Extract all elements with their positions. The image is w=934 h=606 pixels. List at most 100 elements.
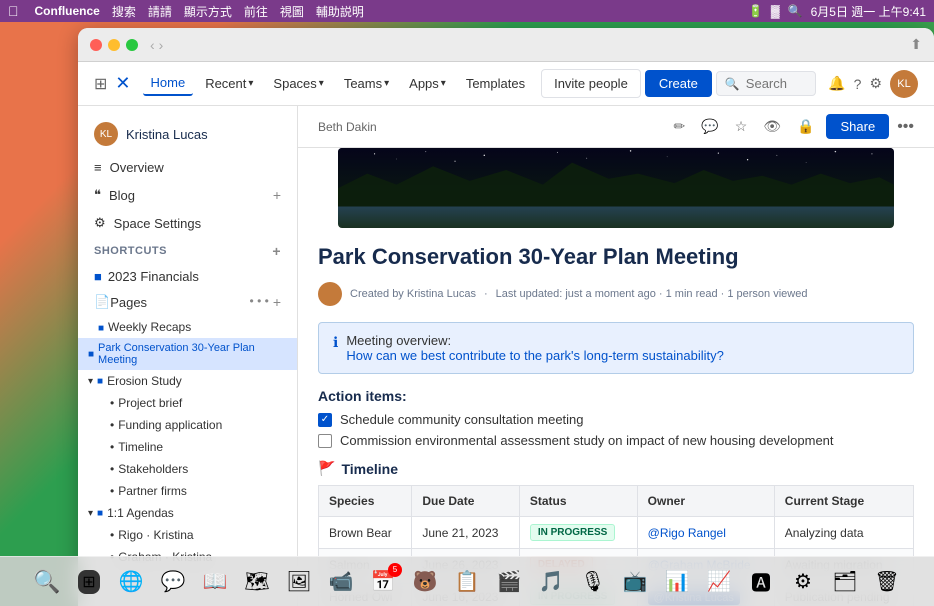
sidebar-page-rigo-kristina[interactable]: • Rigo · Kristina xyxy=(78,524,297,546)
clock: 6月5日 週一 上午9:41 xyxy=(811,3,926,20)
dock-trash[interactable]: 🗑 xyxy=(868,563,906,601)
invite-people-button[interactable]: Invite people xyxy=(541,69,641,98)
dock-messages[interactable]: 💬 xyxy=(154,563,192,601)
dock-arboard[interactable]: 🗂 xyxy=(826,563,864,601)
dock-photos[interactable]: 🖼 xyxy=(280,563,318,601)
menu-search[interactable]: 搜索 xyxy=(112,3,136,20)
dot-timeline: • xyxy=(110,440,114,454)
bell-icon[interactable]: 🔔 xyxy=(828,75,845,92)
sidebar-shortcut-financials[interactable]: ■ 2023 Financials xyxy=(78,265,297,288)
col-status: Status xyxy=(519,486,637,517)
sidebar-item-blog[interactable]: ❝ Blog + xyxy=(78,181,297,209)
dock-finder[interactable]: 🔍 xyxy=(28,563,66,601)
hero-image xyxy=(338,148,894,228)
expand-erosion-icon[interactable]: ▾ xyxy=(88,376,93,387)
watch-icon[interactable]: 👁 xyxy=(759,114,785,139)
sidebar-item-overview[interactable]: ≡ Overview xyxy=(78,154,297,181)
nav-spaces[interactable]: Spaces ▾ xyxy=(265,72,331,95)
pages-options-icon[interactable]: • • • xyxy=(250,294,269,310)
sidebar-page-agendas[interactable]: ▾ ■ 1:1 Agendas xyxy=(78,502,297,524)
settings-icon[interactable]: ⚙ xyxy=(869,75,882,92)
cell-stage-1: Analyzing data xyxy=(774,517,913,549)
grid-icon[interactable]: ⊞ xyxy=(94,74,107,94)
sidebar-page-conservation[interactable]: ■ Park Conservation 30-Year Plan Meeting xyxy=(78,338,297,370)
edit-icon[interactable]: ✏ xyxy=(670,114,690,139)
menu-help[interactable]: 輔助説明 xyxy=(316,3,364,20)
nav-recent[interactable]: Recent ▾ xyxy=(197,72,261,95)
sidebar-item-settings[interactable]: ⚙ Space Settings xyxy=(78,209,297,237)
created-by: Created by Kristina Lucas xyxy=(350,288,476,300)
checkbox-unchecked-2[interactable] xyxy=(318,434,332,448)
fullscreen-button[interactable] xyxy=(126,39,138,51)
dock-systemprefs[interactable]: ⚙ xyxy=(784,563,822,601)
dock-safari[interactable]: 🌐 xyxy=(112,563,150,601)
dock-podcasts[interactable]: 🎙 xyxy=(574,563,612,601)
menu-item-2[interactable]: 請請 xyxy=(148,3,172,20)
dock-bear[interactable]: 🐻 xyxy=(406,563,444,601)
menu-goto[interactable]: 前往 xyxy=(244,3,268,20)
search-bar[interactable]: 🔍 xyxy=(716,71,816,96)
dock-facetime[interactable]: 📹 xyxy=(322,563,360,601)
dock-books[interactable]: 📖 xyxy=(196,563,234,601)
sidebar-page-partners[interactable]: • Partner firms xyxy=(78,480,297,502)
dock-keynote[interactable]: 📈 xyxy=(700,563,738,601)
confluence-logo[interactable]: ✕ xyxy=(115,73,130,94)
owner-mention-1[interactable]: @Rigo Rangel xyxy=(648,526,726,540)
nav-teams[interactable]: Teams ▾ xyxy=(336,72,397,95)
search-input[interactable] xyxy=(746,76,807,91)
page-meta: Created by Kristina Lucas · Last updated… xyxy=(318,282,914,306)
sidebar-page-project-brief[interactable]: • Project brief xyxy=(78,392,297,414)
sidebar-page-funding[interactable]: • Funding application xyxy=(78,414,297,436)
restrict-icon[interactable]: 🔒 xyxy=(793,114,818,139)
nav-home[interactable]: Home xyxy=(143,71,194,96)
star-icon[interactable]: ☆ xyxy=(731,114,752,139)
menu-display[interactable]: 顯示方式 xyxy=(184,3,232,20)
dot-rigo: • xyxy=(110,528,114,542)
dock-reminders[interactable]: 📋 xyxy=(448,563,486,601)
comment-icon[interactable]: 💬 xyxy=(697,114,722,139)
blog-icon: ❝ xyxy=(94,187,101,203)
table-row: Brown Bear June 21, 2023 IN PROGRESS @Ri… xyxy=(319,517,914,549)
add-blog-icon[interactable]: + xyxy=(273,187,281,203)
dock-launchpad[interactable]: ⊞ xyxy=(70,563,108,601)
menu-view[interactable]: 視圖 xyxy=(280,3,304,20)
add-page-icon[interactable]: + xyxy=(273,294,281,310)
sidebar-page-timeline[interactable]: • Timeline xyxy=(78,436,297,458)
dock-video[interactable]: 🎬 xyxy=(490,563,528,601)
sidebar-page-erosion[interactable]: ▾ ■ Erosion Study xyxy=(78,370,297,392)
expand-agendas-icon[interactable]: ▾ xyxy=(88,508,93,519)
apple-menu[interactable]:  xyxy=(8,3,19,19)
dock-calendar[interactable]: 📅 5 xyxy=(364,563,402,601)
back-button[interactable]: ‹ xyxy=(150,37,155,53)
dock-numbers[interactable]: 📊 xyxy=(658,563,696,601)
checkbox-checked-1[interactable]: ✓ xyxy=(318,413,332,427)
nav-templates[interactable]: Templates xyxy=(458,72,533,95)
wifi-icon: ▓ xyxy=(771,4,780,18)
dock-maps[interactable]: 🗺 xyxy=(238,563,276,601)
create-button[interactable]: Create xyxy=(645,70,712,97)
shortcuts-header: SHORTCUTS + xyxy=(78,237,297,265)
user-avatar[interactable]: KL xyxy=(890,70,918,98)
sidebar-page-weekly-recaps[interactable]: ■ Weekly Recaps xyxy=(78,316,297,338)
close-button[interactable] xyxy=(90,39,102,51)
sidebar-page-stakeholders[interactable]: • Stakeholders xyxy=(78,458,297,480)
add-shortcut-icon[interactable]: + xyxy=(272,243,281,259)
minimize-button[interactable] xyxy=(108,39,120,51)
nav-apps[interactable]: Apps ▾ xyxy=(401,72,454,95)
meeting-question: How can we best contribute to the park's… xyxy=(346,348,724,363)
search-menubar-icon[interactable]: 🔍 xyxy=(788,4,803,18)
browser-share-button[interactable]: ⬆ xyxy=(910,36,922,53)
dot-stakeholders: • xyxy=(110,462,114,476)
calendar-badge: 5 xyxy=(388,563,402,577)
dock-appletv[interactable]: 📺 xyxy=(616,563,654,601)
share-button[interactable]: Share xyxy=(826,114,889,139)
col-due-date: Due Date xyxy=(412,486,519,517)
more-options-button[interactable]: ••• xyxy=(897,118,914,136)
help-icon[interactable]: ? xyxy=(854,76,862,92)
dock-appstore[interactable]: 🅰 xyxy=(742,563,780,601)
dot-funding: • xyxy=(110,418,114,432)
forward-button[interactable]: › xyxy=(159,37,164,53)
app-name[interactable]: Confluence xyxy=(35,4,100,18)
action-item-2: Commission environmental assessment stud… xyxy=(318,433,914,448)
dock-music[interactable]: 🎵 xyxy=(532,563,570,601)
